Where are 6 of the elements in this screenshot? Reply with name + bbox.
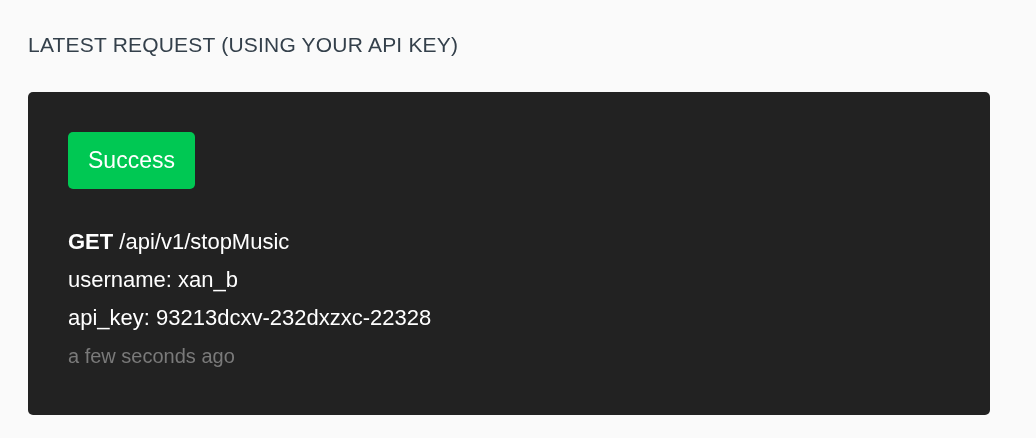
status-badge: Success [68, 132, 195, 189]
section-heading: LATEST REQUEST (USING YOUR API KEY) [28, 32, 460, 58]
timestamp: a few seconds ago [68, 345, 236, 368]
request-detail: username: xan_b [68, 266, 239, 294]
request-detail: GET /api/v1/stopMusic [68, 228, 291, 256]
request-detail: api_key: 93213dcxv-232dxzxc-22328 [68, 304, 433, 332]
